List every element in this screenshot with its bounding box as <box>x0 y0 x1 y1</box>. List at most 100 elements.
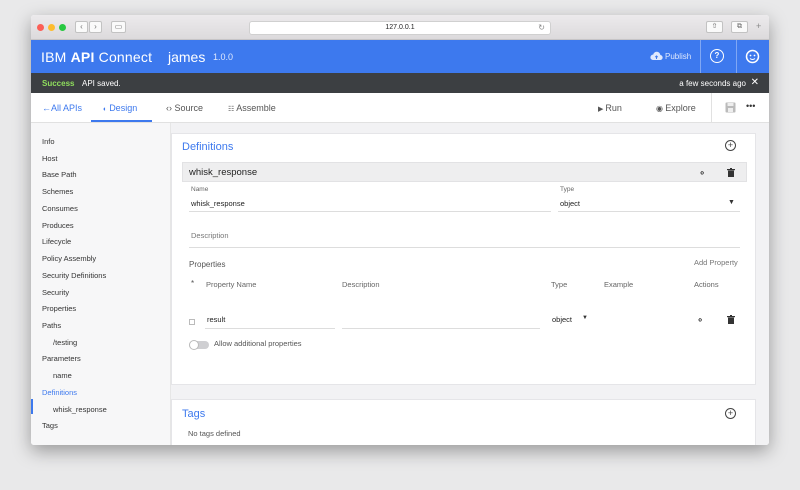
all-apis-link[interactable]: ←All APIs <box>42 103 82 113</box>
user-avatar-icon[interactable] <box>745 49 760 64</box>
sidebar-toggle-icon[interactable]: ▭ <box>111 21 126 33</box>
sidebar-item-schemes[interactable]: Schemes <box>42 187 73 196</box>
sidebar-item-definitions[interactable]: Definitions <box>42 388 77 397</box>
sidebar-item-host[interactable]: Host <box>42 154 57 163</box>
add-definition-icon[interactable]: + <box>725 140 736 151</box>
allow-additional-properties-label: Allow additional properties <box>214 339 302 348</box>
explore-button[interactable]: ◉ Explore <box>656 103 696 113</box>
definitions-card: Definitions + whisk_response ‹› Name whi… <box>171 133 756 385</box>
tab-assemble[interactable]: ☷ Assemble <box>228 103 276 113</box>
name-field-underline <box>189 211 551 212</box>
tab-source[interactable]: ‹› Source <box>166 103 203 113</box>
name-field[interactable]: whisk_response <box>191 199 245 208</box>
active-tab-indicator <box>91 120 152 122</box>
brand-prefix: IBM <box>41 49 67 65</box>
sidebar-item-path-testing[interactable]: /testing <box>53 338 77 347</box>
sidebar-item-properties[interactable]: Properties <box>42 304 76 313</box>
close-icon[interactable]: ✕ <box>751 77 759 88</box>
property-description-field[interactable] <box>342 328 540 329</box>
chevron-down-icon[interactable]: ▼ <box>728 199 735 206</box>
tab-design[interactable]: ◐ Design <box>103 103 137 113</box>
column-header-example: Example <box>604 280 634 289</box>
sidebar-item-consumes[interactable]: Consumes <box>42 204 78 213</box>
save-icon[interactable] <box>725 102 736 113</box>
column-header-property-name: Property Name <box>206 280 257 289</box>
definition-header[interactable]: whisk_response ‹› <box>182 162 747 182</box>
sidebar-item-tags[interactable]: Tags <box>42 421 58 430</box>
brand-suffix: Connect <box>98 49 153 65</box>
sidebar-item-policy-assembly[interactable]: Policy Assembly <box>42 254 96 263</box>
all-apis-label: All APIs <box>51 103 83 113</box>
type-select[interactable]: object <box>560 199 580 208</box>
add-tag-icon[interactable]: + <box>725 408 736 419</box>
property-name-underline <box>205 328 335 329</box>
more-options-icon[interactable]: ••• <box>746 101 755 111</box>
sidebar-item-info[interactable]: Info <box>42 137 55 146</box>
empty-tags-message: No tags defined <box>188 429 241 438</box>
column-header-description: Description <box>342 280 380 289</box>
description-field-underline <box>189 247 740 248</box>
column-header-type: Type <box>551 280 568 289</box>
back-arrow-icon: ← <box>42 103 51 113</box>
tab-assemble-label: Assemble <box>236 103 276 113</box>
sidebar-item-base-path[interactable]: Base Path <box>42 170 77 179</box>
header-divider <box>700 40 701 73</box>
header-divider <box>736 40 737 73</box>
main-content: Definitions + whisk_response ‹› Name whi… <box>171 123 769 445</box>
brand-logo: IBM API Connect <box>41 49 152 65</box>
assemble-icon: ☷ <box>228 106 237 113</box>
url-text: 127.0.0.1 <box>385 24 415 31</box>
properties-heading: Properties <box>189 260 226 269</box>
sidebar-item-whisk-response[interactable]: whisk_response <box>53 405 107 414</box>
tabs-overview-icon[interactable]: ⧉ <box>731 21 748 33</box>
sidebar-active-marker <box>31 399 33 414</box>
browser-window: ‹ › ▭ 127.0.0.1 ↻ ⇧ ⧉ + IBM API Connect … <box>31 15 769 445</box>
minimize-window-button[interactable] <box>48 24 55 31</box>
tags-heading: Tags <box>182 408 206 420</box>
sidebar-item-produces[interactable]: Produces <box>42 221 74 230</box>
app-header: IBM API Connect james 1.0.0 Publish ? <box>31 40 769 73</box>
property-name-field[interactable]: result <box>207 315 225 324</box>
tab-source-label: Source <box>174 103 204 113</box>
forward-arrow-icon[interactable]: › <box>89 21 102 33</box>
code-view-icon[interactable]: ‹› <box>698 315 702 324</box>
reload-icon[interactable]: ↻ <box>538 22 545 34</box>
cloud-upload-icon[interactable] <box>650 51 663 61</box>
add-property-button[interactable]: Add Property <box>694 258 738 267</box>
back-arrow-icon[interactable]: ‹ <box>75 21 88 33</box>
notification-time: a few seconds ago <box>679 79 746 88</box>
close-window-button[interactable] <box>37 24 44 31</box>
sidebar-item-security[interactable]: Security <box>42 288 69 297</box>
type-field-underline <box>558 211 740 212</box>
allow-additional-properties-toggle[interactable] <box>189 340 209 350</box>
code-icon: ‹› <box>166 103 175 113</box>
api-version: 1.0.0 <box>213 52 234 62</box>
required-checkbox[interactable] <box>189 319 195 325</box>
property-type-select[interactable]: object <box>552 315 572 324</box>
run-label: Run <box>605 103 622 113</box>
share-icon[interactable]: ⇧ <box>706 21 723 33</box>
notification-message: API saved. <box>82 79 121 88</box>
notification-status: Success <box>42 79 75 88</box>
definitions-heading: Definitions <box>182 141 234 153</box>
code-view-icon[interactable]: ‹› <box>700 168 704 177</box>
description-field[interactable]: Description <box>191 231 229 240</box>
trash-icon[interactable] <box>727 168 735 177</box>
trash-icon[interactable] <box>727 315 735 324</box>
tags-card: Tags + No tags defined <box>171 399 756 445</box>
zoom-window-button[interactable] <box>59 24 66 31</box>
editor-tabs: ←All APIs ◐ Design ‹› Source ☷ Assemble … <box>31 93 769 123</box>
sidebar-item-parameters[interactable]: Parameters <box>42 354 81 363</box>
sidebar-nav: Info Host Base Path Schemes Consumes Pro… <box>31 123 171 445</box>
new-tab-icon[interactable]: + <box>756 21 761 31</box>
publish-button[interactable]: Publish <box>665 52 691 61</box>
sidebar-item-parameter-name[interactable]: name <box>53 371 72 380</box>
chevron-down-icon[interactable]: ▼ <box>582 315 588 321</box>
address-bar[interactable]: 127.0.0.1 ↻ <box>249 21 551 35</box>
sidebar-item-security-definitions[interactable]: Security Definitions <box>42 271 106 280</box>
brand-strong: API <box>70 49 95 65</box>
help-icon[interactable]: ? <box>710 49 724 63</box>
run-button[interactable]: ▶ Run <box>598 103 622 113</box>
sidebar-item-lifecycle[interactable]: Lifecycle <box>42 237 71 246</box>
sidebar-item-paths[interactable]: Paths <box>42 321 61 330</box>
